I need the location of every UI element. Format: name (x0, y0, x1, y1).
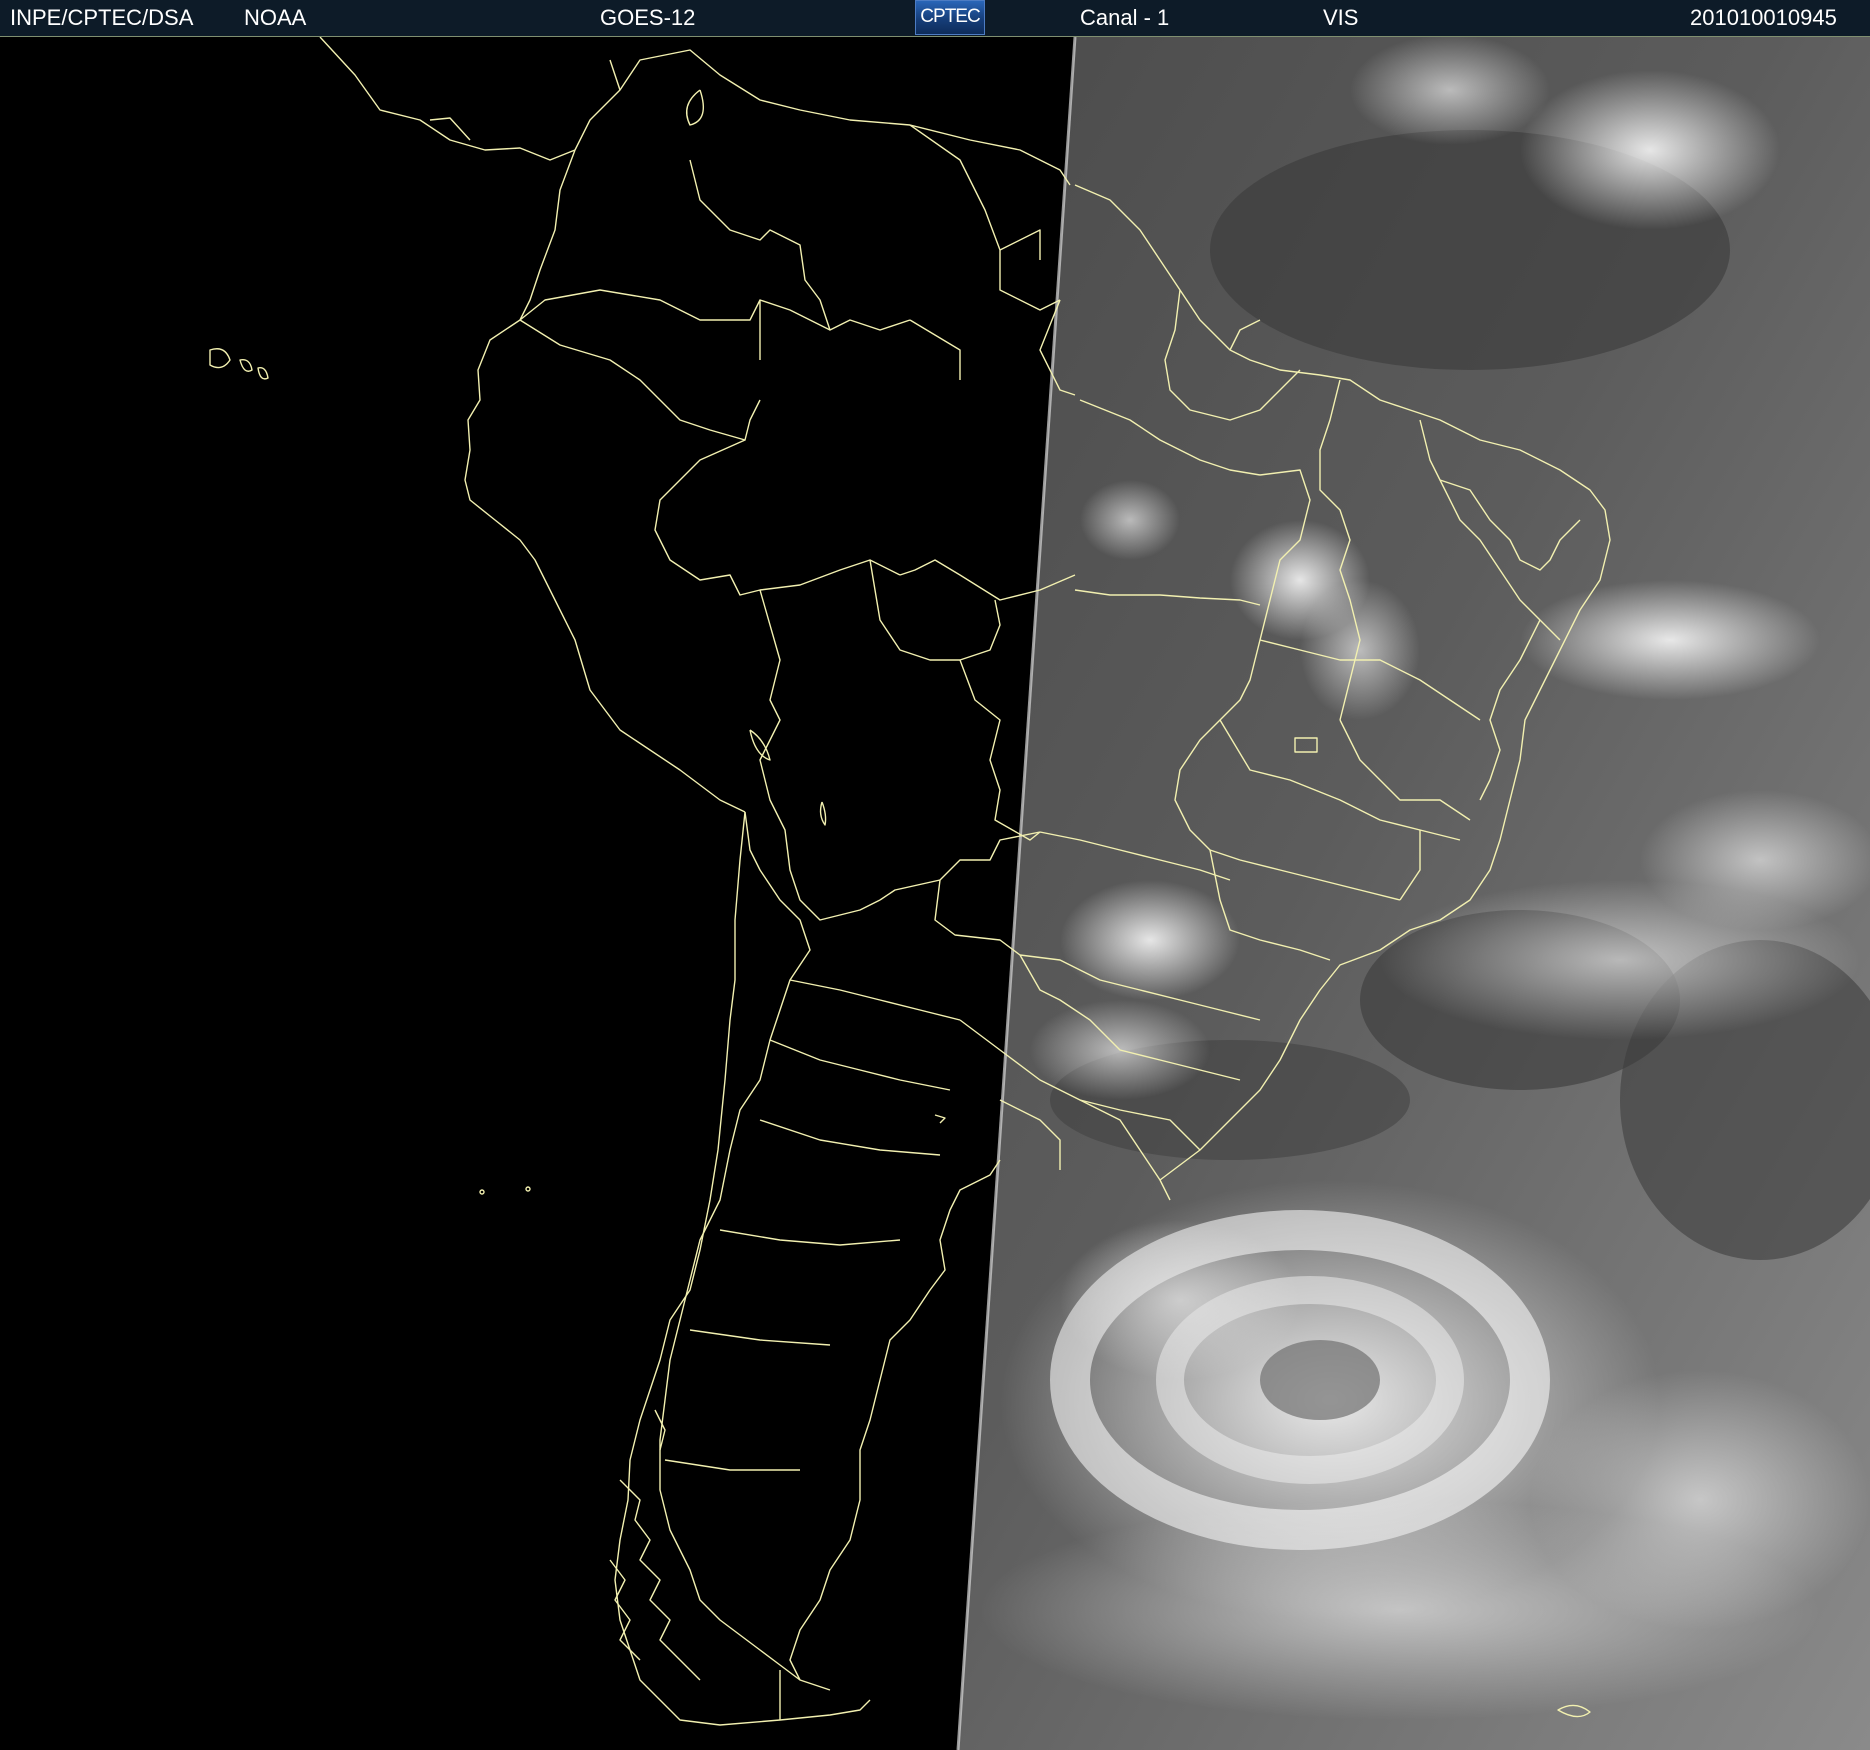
satellite-label: GOES-12 (600, 5, 696, 30)
header-bar: INPE/CPTEC/DSA NOAA GOES-12 CPTEC Canal … (0, 0, 1870, 37)
satellite-image (0, 37, 1870, 1750)
organization-label: INPE/CPTEC/DSA (10, 5, 194, 30)
agency-label: NOAA (244, 5, 307, 30)
timestamp-label: 201010010945 (1690, 5, 1837, 30)
cptec-logo-icon: CPTEC (915, 0, 985, 35)
channel-label: Canal - 1 (1080, 5, 1170, 30)
logo-text: CPTEC (920, 6, 980, 27)
band-label: VIS (1323, 5, 1359, 30)
